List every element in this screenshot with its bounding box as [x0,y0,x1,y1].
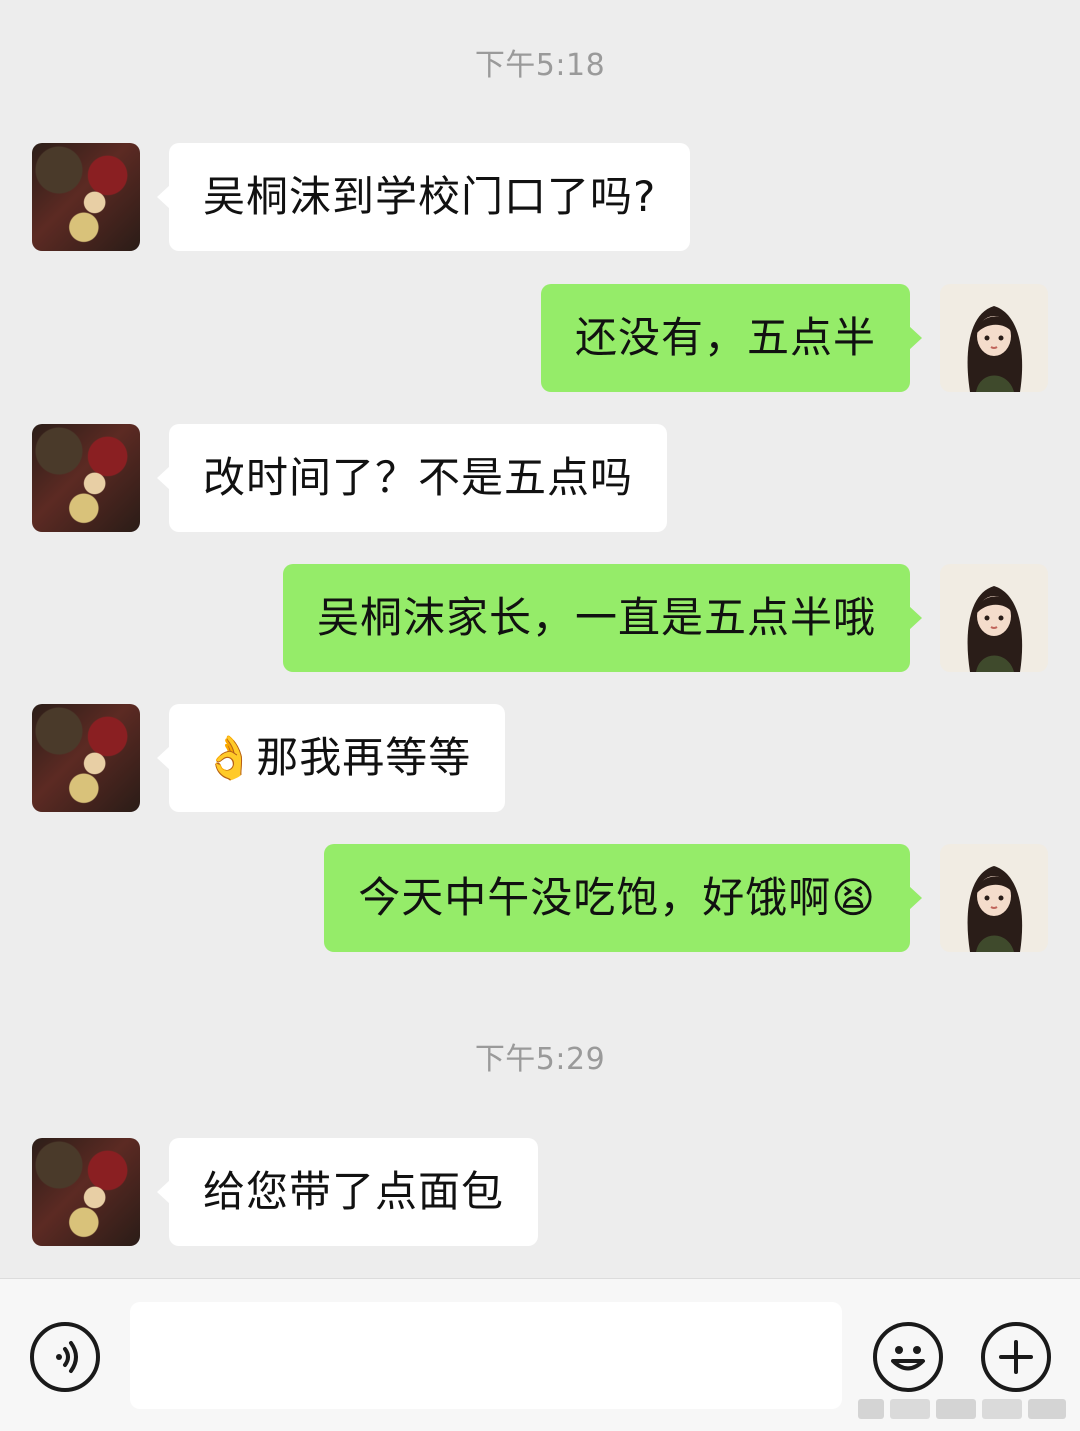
message-row: 给您带了点面包 [0,1138,1080,1246]
chat-message-area[interactable]: 下午5:18 吴桐沫到学校门口了吗? 还没有，五点半 改时间了？不是五点吗 吴桐… [0,0,1080,1278]
more-button[interactable] [981,1322,1051,1392]
message-row: 👌那我再等等 [0,704,1080,812]
contact-avatar[interactable] [32,1138,140,1246]
timestamp: 下午5:18 [474,48,606,83]
plus-icon [999,1340,1033,1374]
message-row: 改时间了？不是五点吗 [0,424,1080,532]
message-row: 吴桐沫到学校门口了吗? [0,143,1080,251]
voice-icon [56,1341,78,1373]
timestamp: 下午5:29 [474,1042,606,1077]
voice-button[interactable] [30,1322,100,1392]
emoji-button[interactable] [873,1322,943,1392]
contact-avatar[interactable] [32,143,140,251]
outgoing-message-bubble[interactable]: 今天中午没吃饱，好饿啊😫 [324,844,922,952]
my-avatar[interactable] [940,564,1048,672]
incoming-message-bubble[interactable]: 给您带了点面包 [156,1138,539,1246]
message-row: 还没有，五点半 [0,284,1080,392]
input-bar [0,1278,1080,1431]
contact-avatar[interactable] [32,424,140,532]
incoming-message-bubble[interactable]: 👌那我再等等 [156,704,506,812]
message-row: 吴桐沫家长，一直是五点半哦 [0,564,1080,672]
my-avatar[interactable] [940,284,1048,392]
outgoing-message-bubble[interactable]: 还没有，五点半 [540,284,923,392]
message-row: 今天中午没吃饱，好饿啊😫 [0,844,1080,952]
outgoing-message-bubble[interactable]: 吴桐沫家长，一直是五点半哦 [282,564,923,672]
incoming-message-bubble[interactable]: 吴桐沫到学校门口了吗? [156,143,691,251]
my-avatar[interactable] [940,844,1048,952]
watermark-logo [858,1399,1066,1419]
message-input[interactable] [130,1302,842,1409]
contact-avatar[interactable] [32,704,140,812]
emoji-icon [891,1346,925,1371]
incoming-message-bubble[interactable]: 改时间了？不是五点吗 [156,424,668,532]
